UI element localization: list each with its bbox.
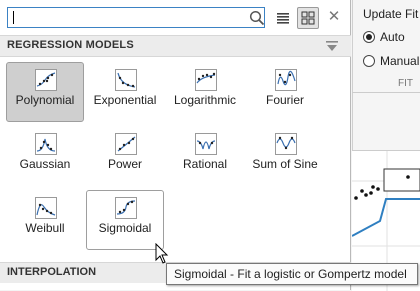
model-tile-weibull[interactable]: Weibull — [6, 190, 84, 250]
model-tile-fourier[interactable]: Fourier — [246, 62, 324, 122]
model-tile-sigmoidal[interactable]: Sigmoidal — [86, 190, 164, 250]
radio-manual-label: Manual — [380, 54, 420, 68]
model-label: Weibull — [25, 221, 65, 235]
radio-auto[interactable]: Auto — [363, 30, 405, 44]
model-tile-power[interactable]: Power — [86, 126, 164, 186]
model-tile-polynomial[interactable]: Polynomial — [6, 62, 84, 122]
rational-icon — [195, 133, 217, 155]
search-field[interactable] — [7, 7, 265, 28]
logarithmic-icon — [195, 69, 217, 91]
update-fit-title: Update Fit — [363, 7, 419, 21]
sum-of-sine-icon — [275, 133, 297, 155]
close-icon[interactable]: ✕ — [328, 8, 341, 25]
model-tile-logarithmic[interactable]: Logarithmic — [166, 62, 244, 122]
regression-models-section-header[interactable]: REGRESSION MODELS — [0, 35, 351, 57]
list-view-icon — [277, 13, 289, 24]
model-label: Sum of Sine — [252, 157, 318, 171]
model-tile-gaussian[interactable]: Gaussian — [6, 126, 84, 186]
list-view-button[interactable] — [274, 9, 292, 27]
search-input[interactable] — [10, 9, 244, 26]
fit-curve — [352, 198, 420, 237]
grid-view-icon — [301, 11, 315, 25]
section-title: INTERPOLATION — [7, 266, 97, 278]
fourier-icon — [275, 69, 297, 91]
radio-manual[interactable]: Manual — [363, 54, 419, 68]
sigmoidal-icon — [115, 197, 137, 219]
radio-manual-indicator[interactable] — [363, 55, 375, 67]
model-label: Power — [107, 157, 142, 171]
model-tile-sum-of-sine[interactable]: Sum of Sine — [246, 126, 324, 186]
model-label: Sigmoidal — [98, 221, 152, 235]
polynomial-icon — [35, 69, 57, 91]
grid-view-button[interactable] — [297, 7, 319, 29]
data-tip-box — [383, 168, 420, 192]
exponential-icon — [115, 69, 137, 91]
model-label: Logarithmic — [173, 93, 237, 107]
model-tile-exponential[interactable]: Exponential — [86, 62, 164, 122]
weibull-icon — [35, 197, 57, 219]
fit-section-caption: FIT — [398, 78, 413, 89]
gaussian-icon — [35, 133, 57, 155]
power-icon — [115, 133, 137, 155]
model-label: Gaussian — [19, 157, 71, 171]
section-title: REGRESSION MODELS — [7, 39, 134, 51]
model-label: Rational — [182, 157, 228, 171]
toolstrip-divider — [352, 92, 420, 93]
mouse-cursor-icon — [155, 243, 169, 264]
collapse-section-icon[interactable] — [325, 40, 339, 53]
radio-auto-label: Auto — [380, 30, 405, 44]
search-icon[interactable] — [249, 10, 265, 26]
radio-auto-indicator[interactable] — [363, 31, 375, 43]
model-tile-rational[interactable]: Rational — [166, 126, 244, 186]
close-button[interactable]: ✕ — [326, 8, 342, 26]
model-label: Exponential — [93, 93, 157, 107]
fit-type-gallery: ✕ REGRESSION MODELS Polynomial Exponentia… — [0, 0, 351, 290]
model-label: Fourier — [265, 93, 304, 107]
tooltip: Sigmoidal - Fit a logistic or Gompertz m… — [166, 263, 418, 285]
model-label: Polynomial — [15, 93, 75, 107]
